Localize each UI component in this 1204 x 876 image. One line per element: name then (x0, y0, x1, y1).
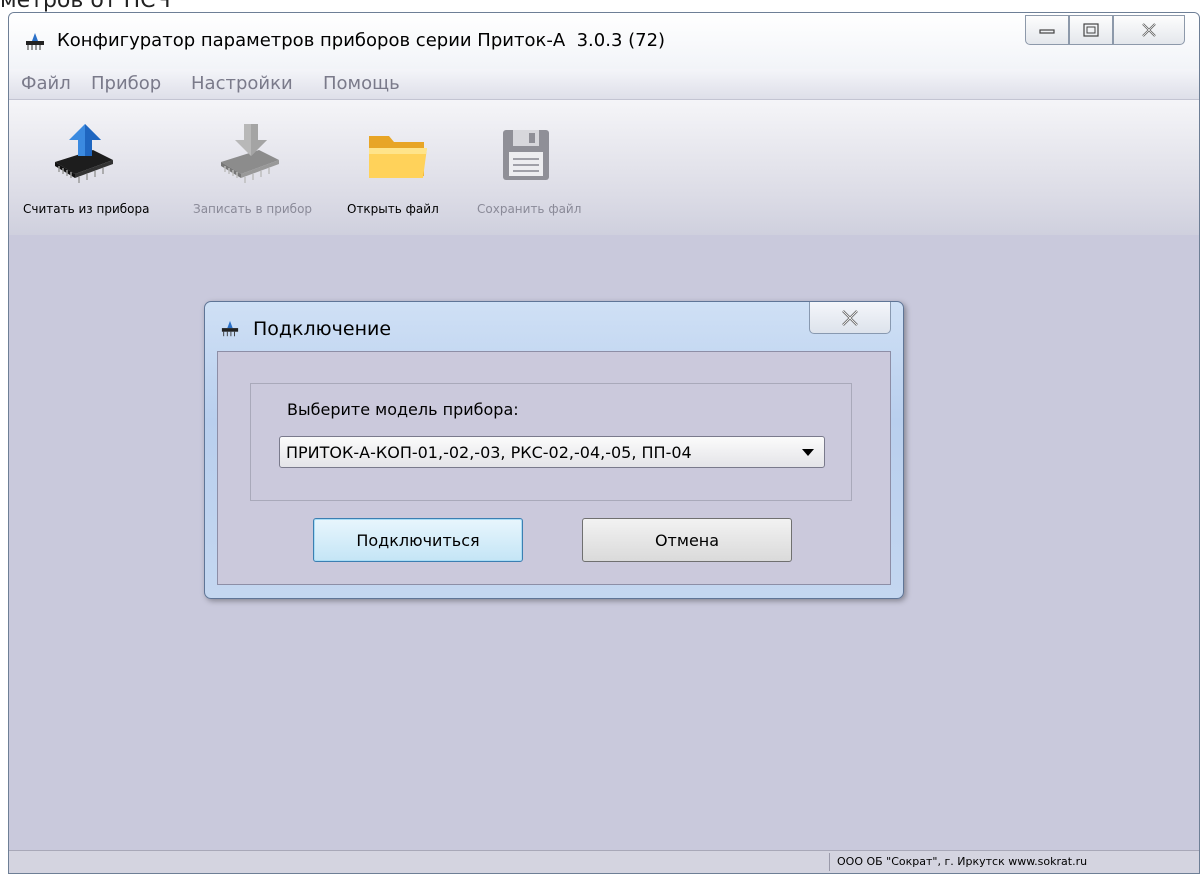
open-file-button[interactable]: Открыть файл (339, 100, 457, 235)
write-to-device-label: Записать в прибор (193, 202, 313, 216)
maximize-button[interactable] (1069, 15, 1113, 45)
toolbar: Считать из прибора Записать в прибор Отк… (9, 100, 1199, 235)
maximize-icon (1083, 23, 1099, 37)
close-icon (1142, 23, 1156, 37)
model-label: Выберите модель прибора: (287, 400, 519, 419)
status-separator (829, 853, 830, 871)
chip-download-icon (221, 124, 279, 183)
floppy-disk-icon (503, 130, 549, 180)
window-title-name: Конфигуратор параметров приборов серии П… (57, 30, 566, 51)
dialog-close-button[interactable] (809, 302, 891, 334)
write-to-device-button[interactable]: Записать в прибор (177, 100, 329, 235)
window-controls (1025, 15, 1185, 45)
title-bar[interactable]: Конфигуратор параметров приборов серии П… (9, 13, 1199, 69)
cancel-button[interactable]: Отмена (582, 518, 792, 562)
chip-upload-icon (55, 124, 113, 183)
connection-dialog: Подключение Выберите модель прибора: ПРИ… (204, 301, 904, 599)
read-from-device-label: Считать из прибора (23, 202, 150, 216)
folder-icon (369, 136, 427, 178)
window-title: Конфигуратор параметров приборов серии П… (57, 30, 665, 51)
menu-device[interactable]: Прибор (91, 73, 161, 94)
menu-settings[interactable]: Настройки (191, 73, 293, 94)
open-file-label: Открыть файл (347, 202, 439, 216)
chevron-down-icon (802, 449, 814, 456)
model-select-value: ПРИТОК-А-КОП-01,-02,-03, РКС-02,-04,-05,… (286, 443, 692, 462)
menu-bar: Файл Прибор Настройки Помощь (9, 69, 1199, 100)
app-probe-icon (26, 33, 44, 50)
model-group: Выберите модель прибора: ПРИТОК-А-КОП-01… (250, 383, 852, 501)
dialog-body: Выберите модель прибора: ПРИТОК-А-КОП-01… (217, 351, 891, 585)
close-icon (842, 309, 858, 326)
save-file-label: Сохранить файл (477, 202, 582, 216)
connect-button[interactable]: Подключиться (313, 518, 523, 562)
status-bar: ООО ОБ "Сократ", г. Иркутск www.sokrat.r… (9, 850, 1199, 873)
save-file-button[interactable]: Сохранить файл (461, 100, 601, 235)
dialog-title: Подключение (253, 318, 392, 340)
window-title-version: 3.0.3 (72) (576, 30, 666, 51)
close-button[interactable] (1113, 15, 1185, 45)
menu-help[interactable]: Помощь (323, 73, 400, 94)
app-probe-icon (221, 320, 239, 337)
menu-file[interactable]: Файл (21, 73, 71, 94)
model-select[interactable]: ПРИТОК-А-КОП-01,-02,-03, РКС-02,-04,-05,… (279, 436, 825, 468)
read-from-device-button[interactable]: Считать из прибора (9, 100, 177, 235)
minimize-button[interactable] (1025, 15, 1069, 45)
status-text: ООО ОБ "Сократ", г. Иркутск www.sokrat.r… (837, 855, 1088, 868)
minimize-icon (1039, 29, 1055, 34)
